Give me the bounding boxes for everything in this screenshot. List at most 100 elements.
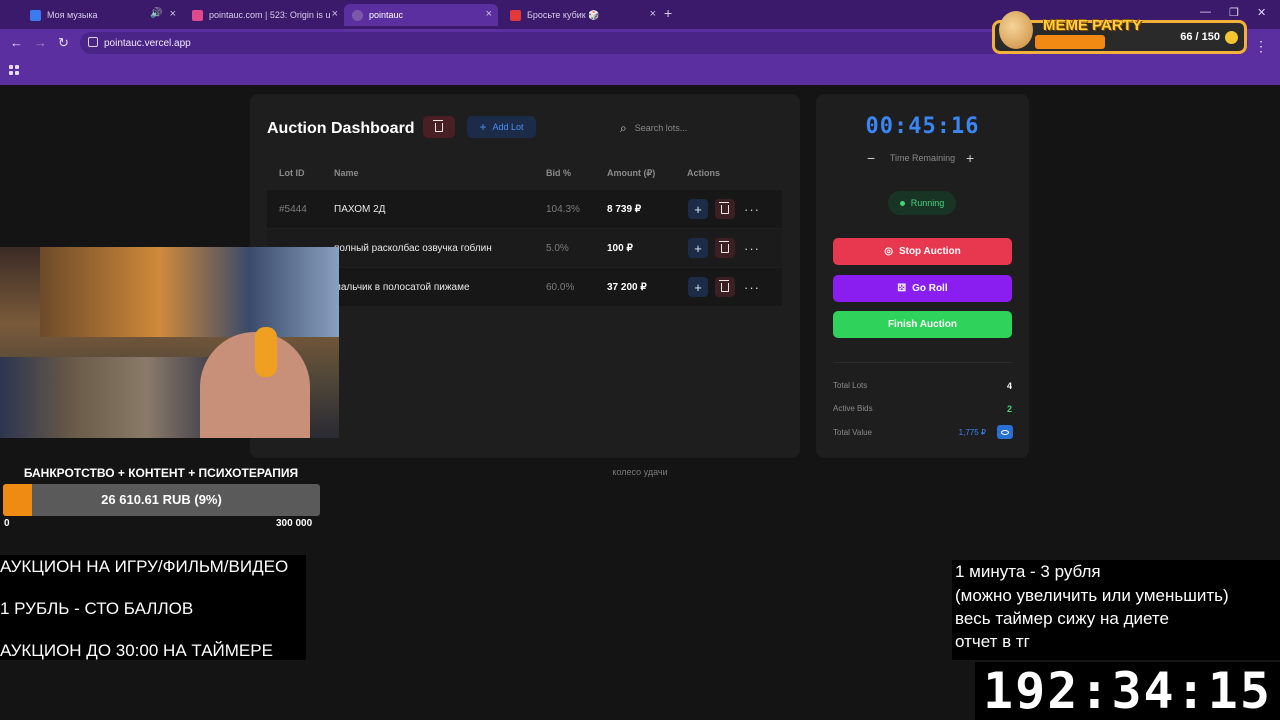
info-left-line: 1 РУБЛЬ - СТО БАЛЛОВ — [0, 599, 194, 618]
stop-icon: ◎ — [884, 246, 893, 257]
status-badge: Running — [888, 191, 956, 215]
info-left-line: АУКЦИОН ДО 30:00 НА ТАЙМЕРЕ — [0, 641, 273, 660]
go-roll-button[interactable]: ⚄ Go Roll — [833, 275, 1012, 302]
doge-icon — [999, 11, 1033, 49]
pointauc-favicon-icon — [192, 9, 203, 21]
back-icon[interactable]: ← — [10, 35, 23, 50]
tab-music[interactable]: Моя музыка 🔊 × — [22, 4, 182, 26]
close-icon[interactable]: × — [486, 8, 492, 20]
trash-icon — [719, 201, 729, 214]
page-title: Auction Dashboard — [267, 120, 415, 137]
column-header-lot-id: Lot ID — [279, 168, 305, 178]
more-options-button[interactable]: ··· — [742, 277, 762, 297]
wall-poster-image — [40, 247, 339, 337]
stream-timer: 192:34:15 — [975, 662, 1280, 720]
close-icon[interactable]: × — [332, 8, 338, 20]
lot-amount: 100 ₽ — [607, 243, 633, 254]
finish-auction-button[interactable]: Finish Auction — [833, 311, 1012, 338]
meme-party-progress-bar — [1035, 35, 1106, 49]
more-options-button[interactable]: ··· — [742, 238, 762, 258]
trash-icon — [433, 119, 443, 132]
add-bid-button[interactable]: + — [688, 199, 708, 219]
speaker-icon[interactable]: 🔊 — [150, 8, 162, 19]
tab-label: pointauc — [369, 10, 404, 20]
info-right-overlay: 1 минута - 3 рубля (можно увеличить или … — [952, 560, 1280, 660]
close-icon[interactable]: × — [650, 8, 656, 20]
info-right-line: отчет в тг — [955, 632, 1030, 651]
search-input[interactable]: ⌕ Search lots... — [620, 119, 780, 137]
delete-lot-button[interactable] — [715, 238, 735, 258]
toggle-visibility-button[interactable] — [997, 425, 1013, 439]
column-header-bid: Bid % — [546, 168, 572, 178]
tab-label: Моя музыка — [47, 10, 98, 20]
info-right-line: 1 минута - 3 рубля — [955, 562, 1101, 581]
reload-icon[interactable]: ↻ — [58, 35, 69, 51]
delete-lot-button[interactable] — [715, 199, 735, 219]
meme-party-count: 66 / 150 — [1180, 31, 1220, 43]
stop-auction-label: Stop Auction — [898, 246, 961, 257]
window-close-icon[interactable]: ✕ — [1257, 6, 1266, 19]
webcam-video — [0, 247, 339, 438]
lot-name[interactable]: мальчик в полосатой пижаме — [334, 282, 470, 293]
dice-icon: ⚄ — [897, 283, 907, 294]
room-background — [0, 357, 220, 438]
delete-all-button[interactable] — [423, 116, 455, 138]
eye-icon — [1001, 429, 1009, 435]
table-row: полный расколбас озвучка гоблин 5.0% 100… — [267, 229, 782, 267]
url-text: pointauc.vercel.app — [104, 37, 191, 49]
bid-percent: 5.0% — [546, 243, 569, 254]
active-bids-value: 2 — [1006, 404, 1012, 414]
lot-name[interactable]: полный расколбас озвучка гоблин — [334, 243, 492, 254]
plus-icon: + — [479, 120, 487, 134]
maximize-icon[interactable]: ❐ — [1229, 6, 1239, 19]
close-icon[interactable]: × — [170, 8, 176, 20]
add-lot-button[interactable]: + Add Lot — [467, 116, 536, 138]
info-right-line: весь таймер сижу на диете — [955, 609, 1169, 628]
delete-lot-button[interactable] — [715, 277, 735, 297]
menu-more-icon[interactable]: ⋮ — [1254, 38, 1268, 55]
more-options-button[interactable]: ··· — [742, 199, 762, 219]
goal-title: БАНКРОТСТВО + КОНТЕНТ + ПСИХОТЕРАПИЯ — [23, 466, 299, 480]
new-tab-icon[interactable]: + — [664, 5, 672, 21]
minimize-icon[interactable]: — — [1200, 6, 1211, 18]
go-roll-label: Go Roll — [912, 283, 948, 294]
goal-progress-bar: 26 610.61 RUB (9%) — [3, 484, 320, 516]
info-left-overlay: АУКЦИОН НА ИГРУ/ФИЛЬМ/ВИДЕО 1 РУБЛЬ - СТ… — [0, 555, 306, 660]
increase-time-button[interactable]: + — [966, 150, 974, 166]
tab-dice[interactable]: Бросьте кубик 🎲 × — [502, 4, 662, 26]
coin-icon — [1225, 31, 1238, 44]
total-lots-label: Total Lots — [833, 381, 868, 390]
meme-party-title: MEME PARTY — [1043, 17, 1142, 34]
time-remaining-label: Time Remaining — [889, 153, 956, 163]
total-lots-value: 4 — [1006, 381, 1012, 391]
active-bids-label: Active Bids — [833, 404, 873, 413]
globe-icon — [352, 9, 363, 21]
column-header-name: Name — [334, 168, 359, 178]
stop-auction-button[interactable]: ◎ Stop Auction — [833, 238, 1012, 265]
search-placeholder: Search lots... — [634, 123, 688, 133]
headphones — [255, 327, 277, 377]
info-right-line: (можно увеличить или уменьшить) — [955, 586, 1229, 605]
lot-name[interactable]: ПАХОМ 2Д — [334, 204, 385, 215]
tab-pointauc-com[interactable]: pointauc.com | 523: Origin is u × — [184, 4, 344, 26]
tab-pointauc[interactable]: pointauc × — [344, 4, 498, 26]
apps-grid-icon[interactable] — [9, 65, 19, 75]
tab-label: Бросьте кубик 🎲 — [527, 9, 600, 20]
wheel-caption: колесо удачи — [612, 467, 668, 477]
lot-amount: 8 739 ₽ — [607, 204, 642, 215]
add-lot-label: Add Lot — [492, 122, 524, 132]
total-value-value: 1,775 ₽ — [958, 428, 986, 437]
column-header-amount: Amount (₽) — [607, 168, 656, 178]
trash-icon — [719, 240, 729, 253]
goal-max: 300 000 — [276, 518, 313, 529]
total-value-label: Total Value — [833, 428, 872, 437]
forward-icon[interactable]: → — [34, 35, 47, 50]
add-bid-button[interactable]: + — [688, 238, 708, 258]
dice-favicon-icon — [510, 9, 521, 21]
divider — [833, 362, 1012, 363]
add-bid-button[interactable]: + — [688, 277, 708, 297]
site-info-icon[interactable] — [88, 37, 98, 47]
status-label: Running — [910, 198, 945, 208]
bookmarks-bar — [0, 57, 1280, 85]
table-row: #5444 ПАХОМ 2Д 104.3% 8 739 ₽ + ··· — [267, 190, 782, 228]
